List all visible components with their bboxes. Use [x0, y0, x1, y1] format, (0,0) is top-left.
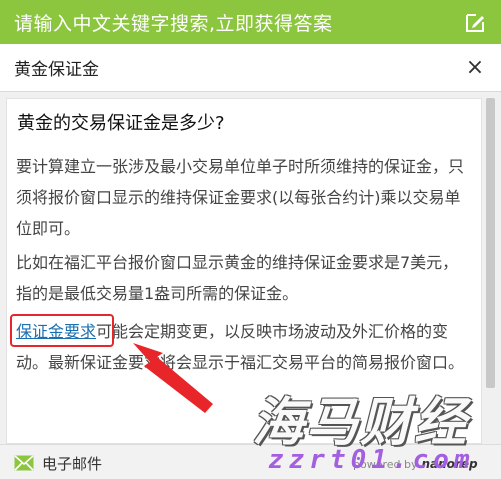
answer-paragraph-2: 比如在福汇平台报价窗口显示黄金的维持保证金要求是7美元，指的是最低交易量1盎司所… [16, 253, 459, 303]
header-title: 请输入中文关键字搜索,立即获得答案 [14, 12, 333, 35]
edit-icon[interactable] [465, 11, 487, 33]
close-button[interactable]: × [461, 53, 489, 81]
envelope-icon [14, 455, 34, 471]
watermark-url: zzrt01.com [268, 445, 475, 475]
answer-paragraph-1: 要计算建立一张涉及最小交易单位单子时所须维持的保证金，只须将报价窗口显示的维持保… [16, 157, 465, 238]
search-header: 请输入中文关键字搜索,立即获得答案 [0, 0, 501, 44]
email-label: 电子邮件 [42, 454, 103, 473]
email-button[interactable]: 电子邮件 [14, 451, 102, 475]
watermark-text: 海马财经 [252, 393, 469, 453]
search-input[interactable] [0, 44, 450, 91]
scrollbar[interactable] [486, 98, 495, 388]
annotation-highlight-box [10, 314, 114, 347]
search-bar: × [0, 44, 501, 92]
question-title: 黄金的交易保证金是多少? [17, 113, 225, 134]
